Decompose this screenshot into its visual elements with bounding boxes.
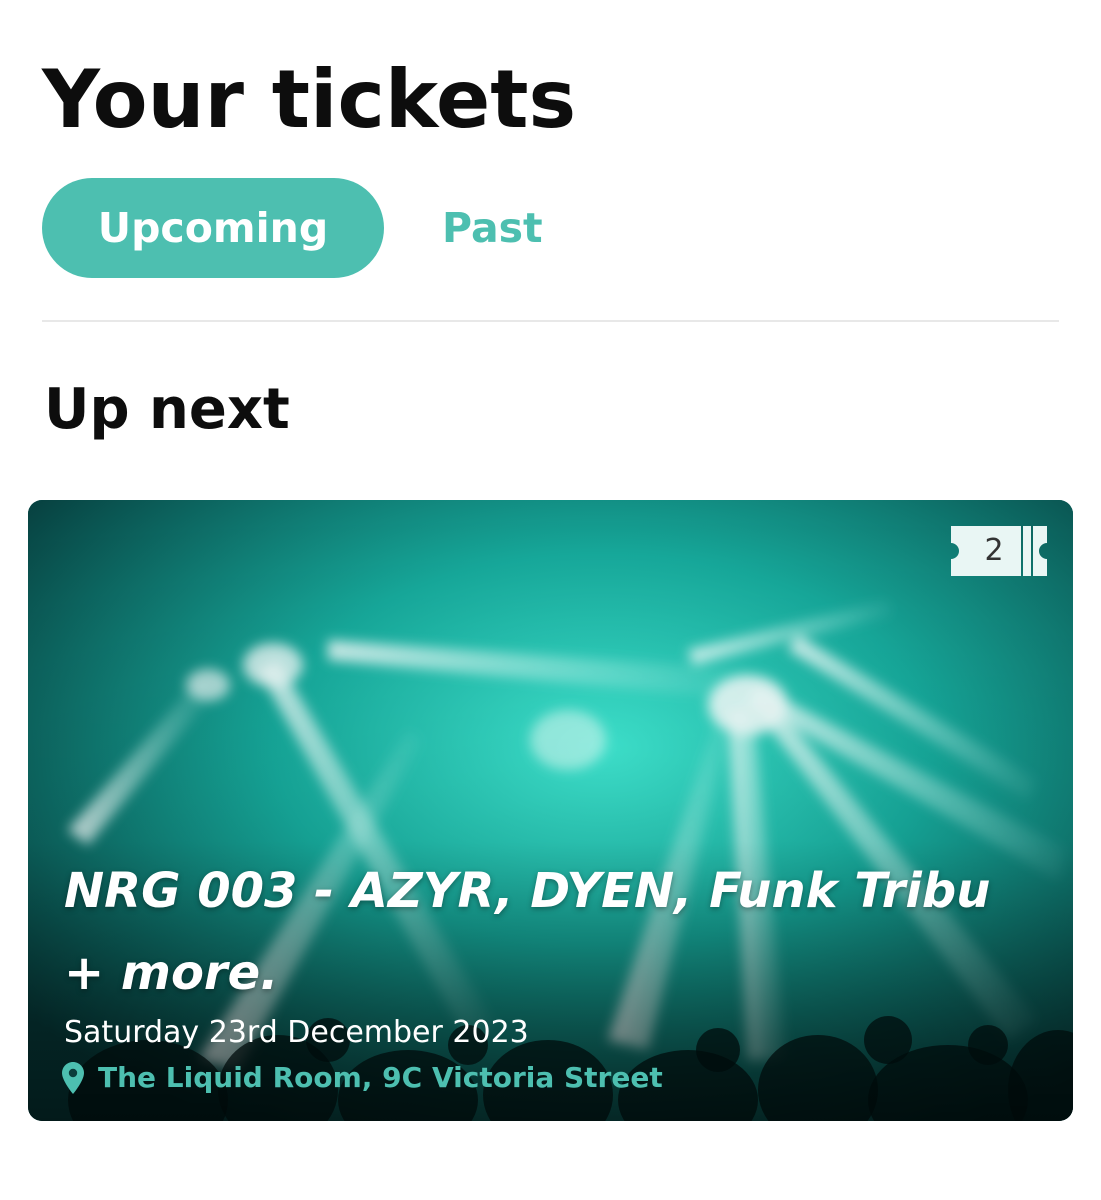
event-title: NRG 003 - AZYR, DYEN, Funk Tribu + more. bbox=[64, 863, 991, 1001]
divider bbox=[42, 320, 1059, 322]
ticket-count-badge: 2 bbox=[951, 526, 1047, 576]
event-card[interactable]: 2 NRG 003 - AZYR, DYEN, Funk Tribu + mor… bbox=[28, 500, 1073, 1121]
ticket-tabs: Upcoming Past bbox=[42, 178, 543, 278]
tab-past[interactable]: Past bbox=[442, 178, 543, 278]
section-title-up-next: Up next bbox=[44, 377, 290, 442]
page-title: Your tickets bbox=[42, 53, 577, 146]
ticket-count: 2 bbox=[984, 533, 1004, 568]
map-pin-icon bbox=[62, 1062, 84, 1094]
tab-upcoming[interactable]: Upcoming bbox=[42, 178, 384, 278]
event-date: Saturday 23rd December 2023 bbox=[64, 1015, 529, 1050]
event-venue: The Liquid Room, 9C Victoria Street bbox=[62, 1056, 663, 1100]
event-venue-label: The Liquid Room, 9C Victoria Street bbox=[98, 1061, 663, 1094]
